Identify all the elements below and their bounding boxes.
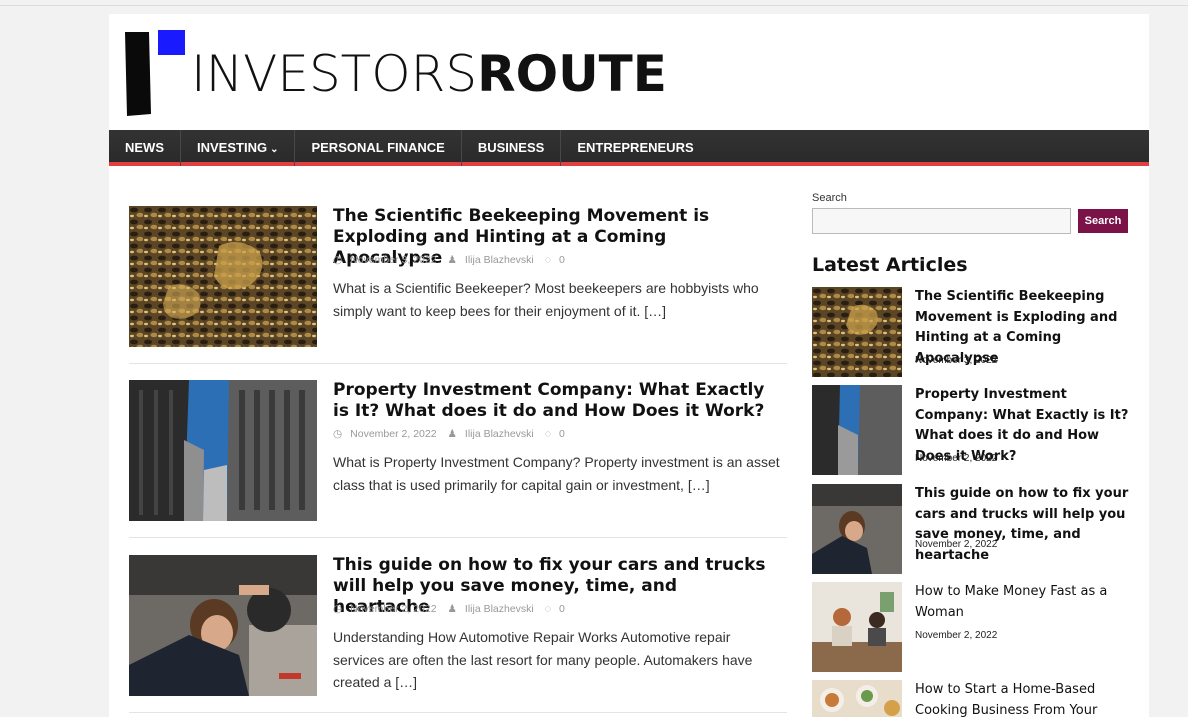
clock-icon: ◷ bbox=[333, 428, 343, 440]
search-input[interactable] bbox=[812, 208, 1071, 234]
latest-articles-heading: Latest Articles bbox=[812, 254, 968, 276]
excerpt-text: What is a Scientific Beekeeper? Most bee… bbox=[333, 280, 759, 319]
latest-article-item: Property Investment Company: What Exactl… bbox=[812, 385, 1142, 475]
latest-article-date: November 2, 2022 bbox=[915, 453, 998, 464]
post-item: This guide on how to fix your cars and t… bbox=[129, 555, 787, 697]
latest-article-item: This guide on how to fix your cars and t… bbox=[812, 484, 1142, 574]
user-icon: ♟ bbox=[447, 254, 457, 266]
latest-article-date: November 3, 2022 bbox=[915, 355, 998, 366]
nav-item-entrepreneurs[interactable]: ENTREPRENEURS bbox=[561, 130, 709, 166]
latest-thumbnail-mechanic[interactable] bbox=[812, 484, 902, 574]
logo-mark-icon bbox=[125, 30, 187, 116]
post-excerpt: What is Property Investment Company? Pro… bbox=[333, 451, 783, 496]
latest-article-title[interactable]: How to Make Money Fast as a Woman bbox=[915, 582, 1133, 623]
logo-wordmark: INVESTORSROUTE bbox=[191, 48, 667, 100]
post-item: Property Investment Company: What Exactl… bbox=[129, 380, 787, 522]
post-divider bbox=[129, 537, 787, 538]
post-item: The Scientific Beekeeping Movement is Ex… bbox=[129, 206, 787, 348]
post-author[interactable]: Ilija Blazhevski bbox=[465, 603, 534, 615]
nav-item-investing[interactable]: INVESTING ⌄ bbox=[181, 130, 296, 166]
post-date: November 2, 2022 bbox=[350, 428, 437, 440]
main-nav: NEWS INVESTING ⌄ PERSONAL FINANCE BUSINES… bbox=[109, 130, 1149, 166]
post-meta: ◷ November 2, 2022 ♟ Ilija Blazhevski ◌ 0 bbox=[333, 428, 573, 440]
latest-article-item: How to Start a Home-Based Cooking Busine… bbox=[812, 680, 1142, 717]
logo-text-thin: INVESTORS bbox=[191, 45, 478, 103]
read-more-link[interactable]: […] bbox=[395, 674, 417, 690]
latest-article-item: How to Make Money Fast as a Woman Novemb… bbox=[812, 582, 1142, 672]
post-thumbnail-mechanic[interactable] bbox=[129, 555, 317, 696]
nav-label: NEWS bbox=[125, 140, 164, 155]
user-icon: ♟ bbox=[447, 428, 457, 440]
read-more-link[interactable]: […] bbox=[644, 303, 666, 319]
latest-thumbnail-bees[interactable] bbox=[812, 287, 902, 377]
nav-item-personal-finance[interactable]: PERSONAL FINANCE bbox=[295, 130, 462, 166]
post-excerpt: Understanding How Automotive Repair Work… bbox=[333, 626, 783, 694]
post-author[interactable]: Ilija Blazhevski bbox=[465, 428, 534, 440]
nav-item-business[interactable]: BUSINESS bbox=[462, 130, 562, 166]
post-author[interactable]: Ilija Blazhevski bbox=[465, 254, 534, 266]
site-logo[interactable]: INVESTORSROUTE bbox=[125, 30, 667, 116]
post-thumbnail-skyscrapers[interactable] bbox=[129, 380, 317, 521]
page-container: INVESTORSROUTE NEWS INVESTING ⌄ PERSONAL … bbox=[109, 14, 1149, 717]
nav-label: BUSINESS bbox=[477, 140, 545, 155]
post-thumbnail-bees[interactable] bbox=[129, 206, 317, 347]
chevron-down-icon: ⌄ bbox=[270, 144, 279, 155]
comment-icon: ◌ bbox=[544, 428, 551, 440]
logo-text-bold: ROUTE bbox=[477, 45, 667, 103]
nav-label: INVESTING bbox=[197, 140, 268, 155]
nav-label: ENTREPRENEURS bbox=[577, 140, 694, 155]
post-comments[interactable]: 0 bbox=[559, 428, 565, 440]
top-border-line bbox=[0, 5, 1188, 6]
latest-article-title[interactable]: This guide on how to fix your cars and t… bbox=[915, 484, 1133, 566]
post-meta: ◷ November 3, 2022 ♟ Ilija Blazhevski ◌ 0 bbox=[333, 254, 573, 266]
post-divider bbox=[129, 712, 787, 713]
post-excerpt: What is a Scientific Beekeeper? Most bee… bbox=[333, 277, 783, 322]
latest-thumbnail-women[interactable] bbox=[812, 582, 902, 672]
clock-icon: ◷ bbox=[333, 254, 343, 266]
comment-icon: ◌ bbox=[544, 254, 551, 266]
excerpt-text: What is Property Investment Company? Pro… bbox=[333, 454, 780, 493]
post-comments[interactable]: 0 bbox=[559, 603, 565, 615]
post-title[interactable]: Property Investment Company: What Exactl… bbox=[333, 380, 773, 422]
latest-article-item: The Scientific Beekeeping Movement is Ex… bbox=[812, 287, 1142, 377]
post-date: November 2, 2022 bbox=[350, 603, 437, 615]
post-date: November 3, 2022 bbox=[350, 254, 437, 266]
latest-article-date: November 2, 2022 bbox=[915, 539, 998, 550]
nav-item-news[interactable]: NEWS bbox=[109, 130, 181, 166]
post-meta: ◷ November 2, 2022 ♟ Ilija Blazhevski ◌ 0 bbox=[333, 603, 573, 615]
clock-icon: ◷ bbox=[333, 603, 343, 615]
latest-article-title[interactable]: How to Start a Home-Based Cooking Busine… bbox=[915, 680, 1133, 717]
search-label: Search bbox=[812, 192, 847, 204]
read-more-link[interactable]: […] bbox=[688, 477, 710, 493]
comment-icon: ◌ bbox=[544, 603, 551, 615]
latest-thumbnail-food[interactable] bbox=[812, 680, 902, 717]
user-icon: ♟ bbox=[447, 603, 457, 615]
post-comments[interactable]: 0 bbox=[559, 254, 565, 266]
post-divider bbox=[129, 363, 787, 364]
latest-thumbnail-skyscrapers[interactable] bbox=[812, 385, 902, 475]
latest-article-date: November 2, 2022 bbox=[915, 630, 998, 641]
nav-label: PERSONAL FINANCE bbox=[311, 140, 445, 155]
search-button[interactable]: Search bbox=[1078, 209, 1128, 233]
